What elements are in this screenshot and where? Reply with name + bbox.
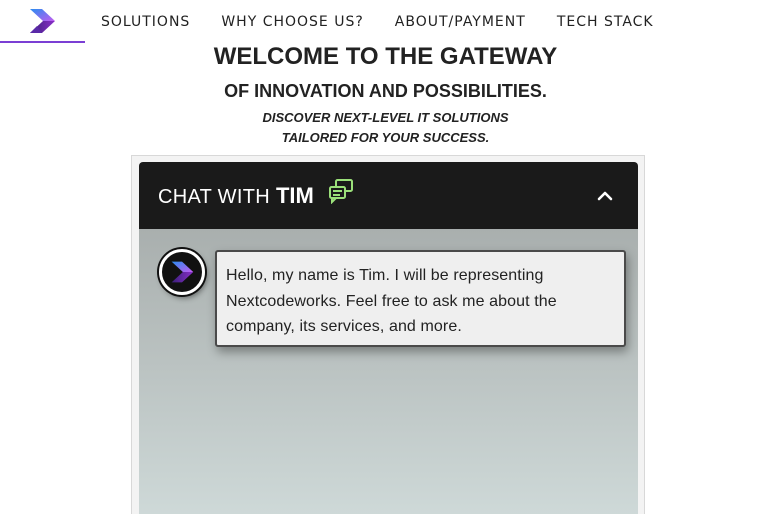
nextcodeworks-logo-icon[interactable] xyxy=(27,8,57,34)
top-navigation: SOLUTIONS WHY CHOOSE US? ABOUT/PAYMENT T… xyxy=(0,0,771,44)
hero-subtitle: OF INNOVATION AND POSSIBILITIES. xyxy=(224,81,547,101)
chat-title: CHAT WITH TIM xyxy=(158,182,314,213)
chat-messages-area: Hello, my name is Tim. I will be represe… xyxy=(139,229,638,514)
hero-tagline: DISCOVER NEXT-LEVEL IT SOLUTIONS TAILORE… xyxy=(0,108,771,148)
nav-link-solutions[interactable]: SOLUTIONS xyxy=(101,14,190,30)
chat-bot-name: TIM xyxy=(275,183,314,208)
chat-title-prefix: CHAT WITH xyxy=(158,186,270,208)
chat-header[interactable]: CHAT WITH TIM xyxy=(139,162,638,229)
bot-message-bubble: Hello, my name is Tim. I will be represe… xyxy=(215,250,626,347)
chat-window: CHAT WITH TIM Hello, my name is Tim. I w… xyxy=(139,162,638,514)
chat-bubbles-icon xyxy=(327,178,355,205)
nav-link-tech-stack[interactable]: TECH STACK xyxy=(557,14,654,30)
hero-tagline-line2: TAILORED FOR YOUR SUCCESS. xyxy=(281,130,490,145)
chevron-up-icon[interactable] xyxy=(595,186,615,206)
nav-links: SOLUTIONS WHY CHOOSE US? ABOUT/PAYMENT T… xyxy=(101,14,685,30)
hero-tagline-line1: DISCOVER NEXT-LEVEL IT SOLUTIONS xyxy=(262,110,509,125)
nav-link-why-choose-us[interactable]: WHY CHOOSE US? xyxy=(221,14,363,30)
hero-title: WELCOME TO THE GATEWAY xyxy=(213,43,558,70)
bot-avatar-icon xyxy=(159,249,205,295)
nav-link-about-payment[interactable]: ABOUT/PAYMENT xyxy=(395,14,526,30)
